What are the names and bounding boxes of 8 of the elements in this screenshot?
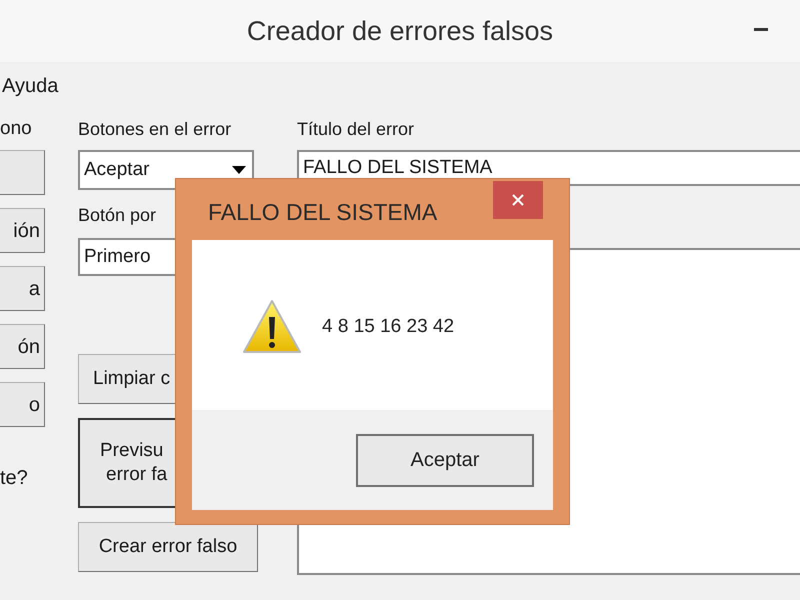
window-title: Creador de errores falsos <box>246 14 554 48</box>
field-label: Botón por <box>78 204 156 226</box>
field-label: Título del error <box>297 118 416 140</box>
dialog-title: FALLO DEL SISTEMA <box>208 198 438 227</box>
field-label: ono <box>0 118 32 140</box>
field-label: Botones en el error <box>78 118 232 140</box>
question-text: te? <box>0 466 28 491</box>
error-message: 4 8 15 16 23 42 <box>322 314 454 339</box>
